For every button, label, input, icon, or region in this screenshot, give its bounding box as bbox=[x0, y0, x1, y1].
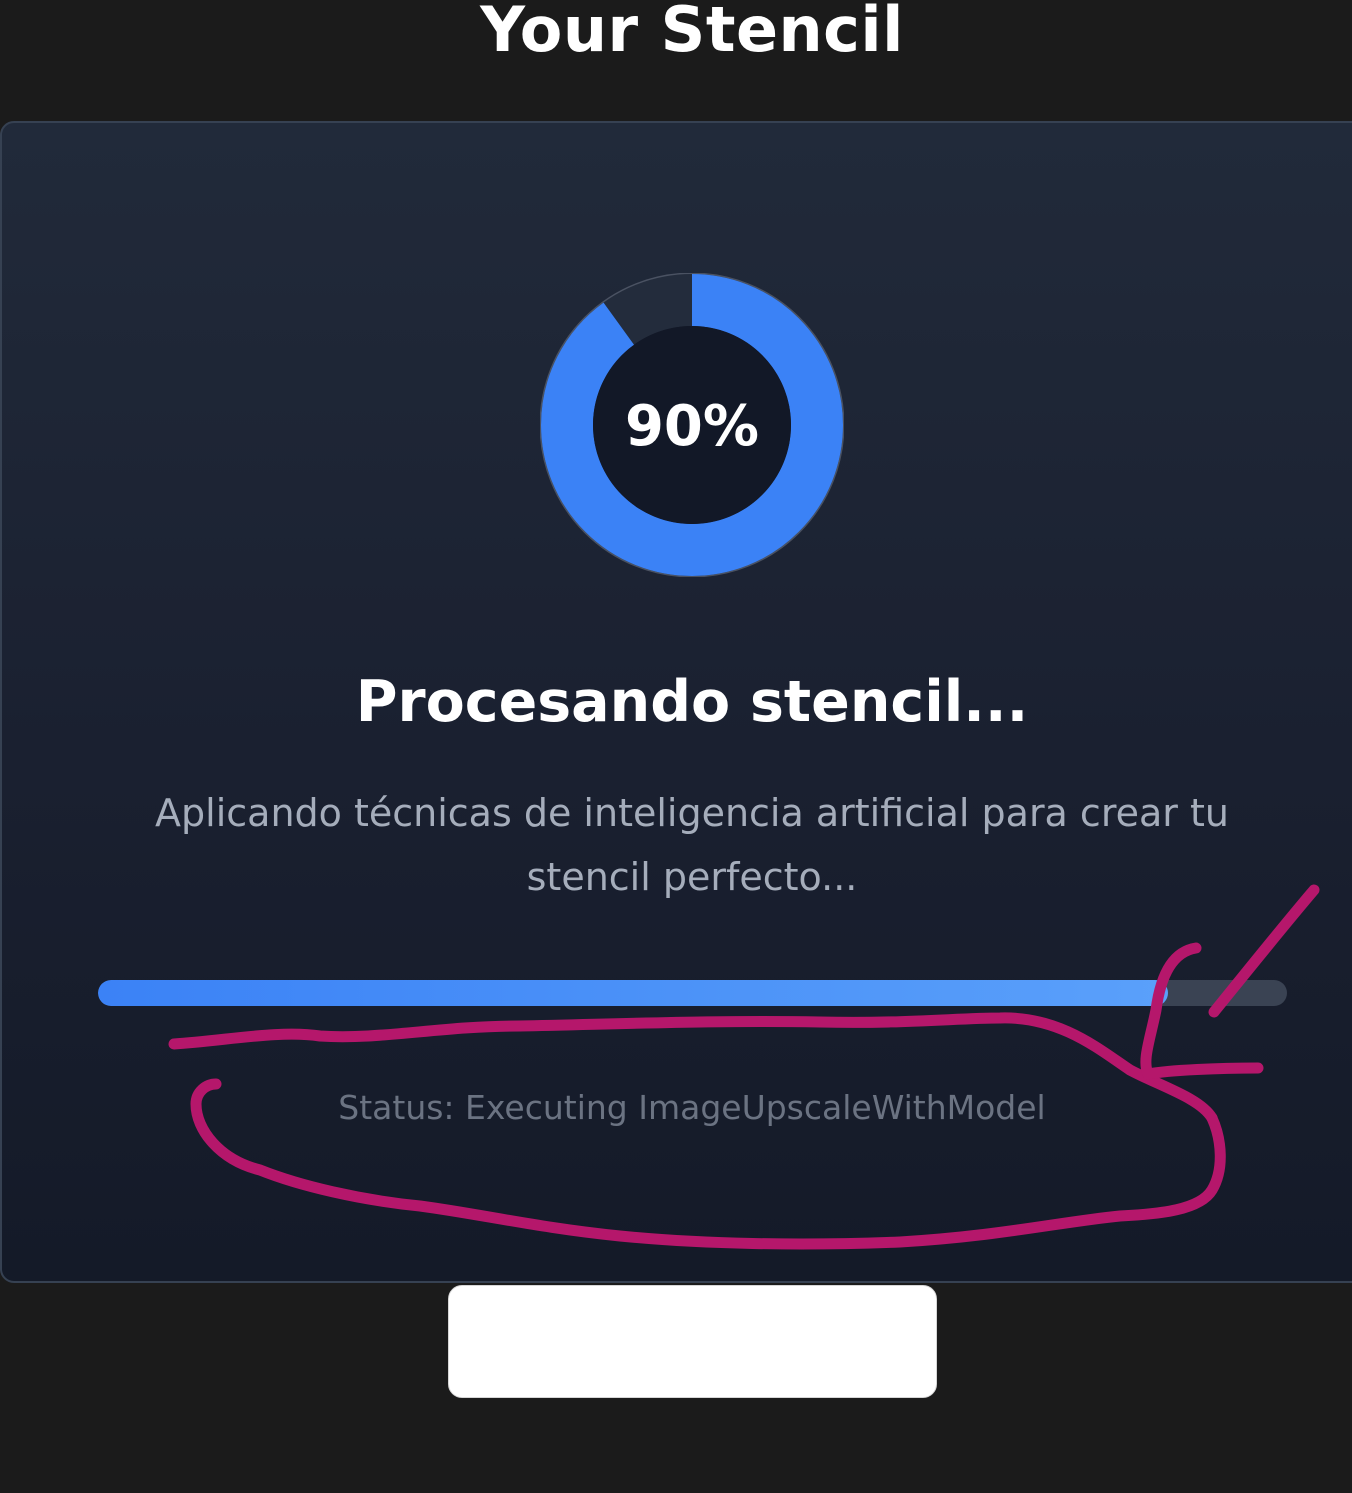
processing-heading: Procesando stencil... bbox=[355, 669, 1029, 735]
status-text: Status: Executing ImageUpscaleWithModel bbox=[338, 1088, 1046, 1127]
stencil-page: Your Stencil 90% Procesando stencil... A… bbox=[0, 0, 1352, 1493]
page-title: Your Stencil bbox=[480, 0, 904, 66]
action-button[interactable] bbox=[448, 1285, 937, 1398]
progress-bar-fill bbox=[98, 980, 1169, 1006]
processing-description: Aplicando técnicas de inteligencia artif… bbox=[155, 791, 1229, 899]
progress-bar bbox=[98, 980, 1287, 1006]
circular-progress-icon: 90% bbox=[540, 273, 844, 577]
progress-percent-label: 90% bbox=[624, 394, 760, 459]
